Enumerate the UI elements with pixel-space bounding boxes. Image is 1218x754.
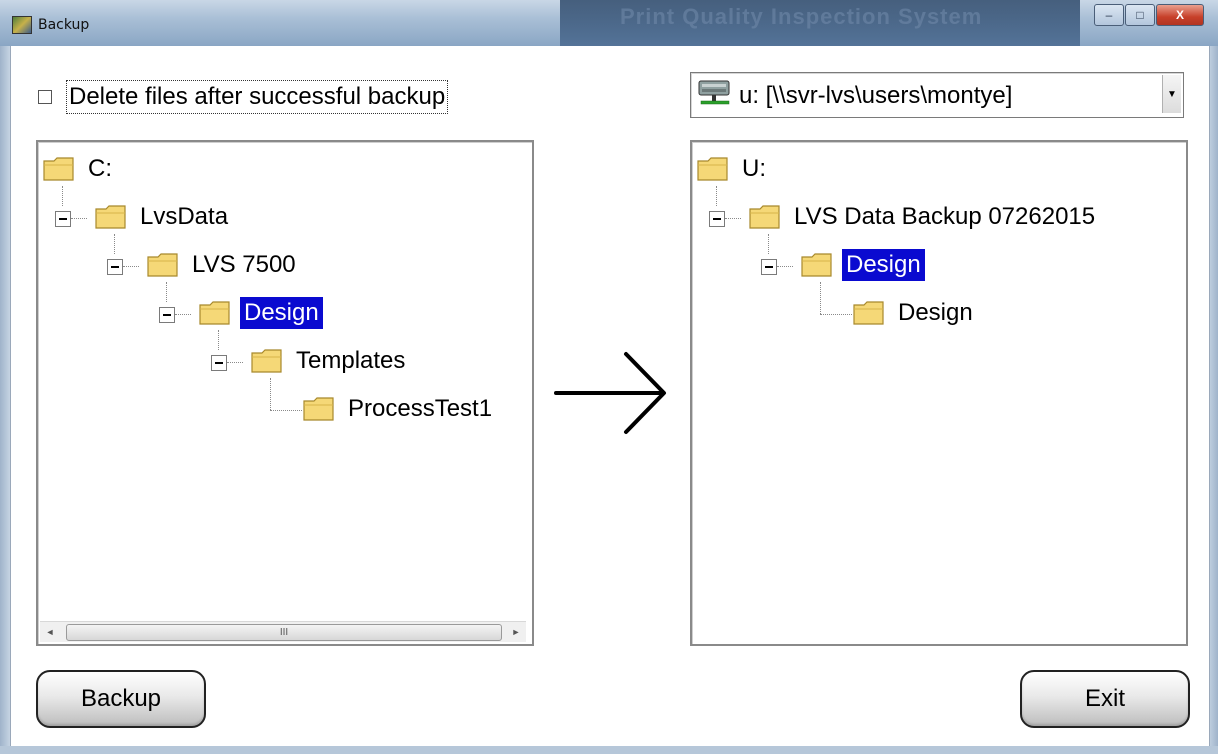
close-button[interactable]: X (1156, 4, 1204, 26)
tree-line (716, 186, 717, 206)
backup-button[interactable]: Backup (36, 670, 206, 728)
tree-line (820, 282, 821, 314)
tree-line (218, 330, 219, 350)
folder-icon (251, 349, 282, 373)
tree-line (768, 234, 769, 254)
tree-line (227, 362, 243, 363)
expander-icon[interactable] (107, 259, 123, 275)
tree-node-label: LvsData (140, 203, 229, 230)
horizontal-scrollbar[interactable]: ◄ III ► (40, 621, 526, 642)
title-bar[interactable]: Print Quality Inspection System Backup –… (0, 0, 1218, 46)
folder-icon (749, 205, 780, 229)
expander-icon[interactable] (55, 211, 71, 227)
tree-node[interactable]: LvsData (94, 198, 232, 236)
folder-icon (853, 301, 884, 325)
tree-node-label: Design (240, 297, 323, 329)
folder-icon (801, 253, 832, 277)
window-bottom-border (0, 746, 1218, 754)
window-controls: – □ X (1093, 4, 1204, 26)
tree-line (725, 218, 741, 219)
tree-line (114, 234, 115, 254)
tree-node-selected[interactable]: Design (198, 294, 323, 332)
delete-files-label[interactable]: Delete files after successful backup (66, 80, 449, 114)
tree-line (270, 378, 271, 410)
folder-icon (95, 205, 126, 229)
window-title: Backup (38, 17, 90, 33)
tree-line (123, 266, 139, 267)
tree-node-label: LVS 7500 (192, 251, 296, 278)
window-left-border (0, 46, 10, 754)
folder-icon (147, 253, 178, 277)
scrollbar-grip: III (279, 627, 289, 638)
exit-button[interactable]: Exit (1020, 670, 1190, 728)
tree-node[interactable]: C: (42, 150, 116, 188)
destination-drive-select[interactable]: u: [\\svr-lvs\users\montye] ▼ (690, 72, 1184, 118)
tree-node[interactable]: Templates (250, 342, 409, 380)
arrow-right-icon (554, 352, 666, 434)
chevron-down-icon[interactable]: ▼ (1162, 75, 1181, 113)
folder-icon (303, 397, 334, 421)
tree-node-label: U: (742, 155, 766, 182)
app-icon[interactable] (12, 16, 32, 34)
tree-node[interactable]: LVS 7500 (146, 246, 300, 284)
tree-line (777, 266, 793, 267)
tree-node-label: C: (88, 155, 112, 182)
tree-node-label: LVS Data Backup 07262015 (794, 203, 1096, 230)
tree-line (166, 282, 167, 302)
tree-line (270, 410, 302, 411)
tree-node-label: ProcessTest1 (348, 395, 493, 422)
expander-icon[interactable] (211, 355, 227, 371)
tree-line (175, 314, 191, 315)
tree-node-label: Templates (296, 347, 406, 374)
maximize-button[interactable]: □ (1125, 4, 1155, 26)
expander-icon[interactable] (761, 259, 777, 275)
folder-icon (43, 157, 74, 181)
drive-label: u: [\\svr-lvs\users\montye] (739, 82, 1013, 109)
tree-node[interactable]: U: (696, 150, 770, 188)
background-title-text: Print Quality Inspection System (620, 4, 983, 29)
tree-line (62, 186, 63, 206)
expander-icon[interactable] (159, 307, 175, 323)
minimize-button[interactable]: – (1094, 4, 1124, 26)
scroll-left-icon[interactable]: ◄ (40, 622, 60, 642)
expander-icon[interactable] (709, 211, 725, 227)
delete-files-option[interactable]: Delete files after successful backup (38, 80, 449, 114)
tree-node[interactable]: LVS Data Backup 07262015 (748, 198, 1099, 236)
tree-line (820, 314, 852, 315)
scroll-right-icon[interactable]: ► (506, 622, 526, 642)
delete-files-checkbox[interactable] (38, 90, 52, 104)
destination-folder-tree[interactable]: U: LVS Data Backup 07262015 Design Desig… (690, 140, 1188, 646)
scrollbar-thumb[interactable]: III (66, 624, 502, 641)
tree-node[interactable]: Design (852, 294, 977, 332)
folder-icon (697, 157, 728, 181)
tree-line (71, 218, 87, 219)
tree-node[interactable]: ProcessTest1 (302, 390, 496, 428)
tree-node-label: Design (842, 249, 925, 281)
network-drive-icon (698, 80, 730, 105)
tree-node-selected[interactable]: Design (800, 246, 925, 284)
source-folder-tree[interactable]: C: LvsData LVS 7500 Design Templates Pro… (36, 140, 534, 646)
folder-icon (199, 301, 230, 325)
tree-node-label: Design (898, 299, 973, 326)
